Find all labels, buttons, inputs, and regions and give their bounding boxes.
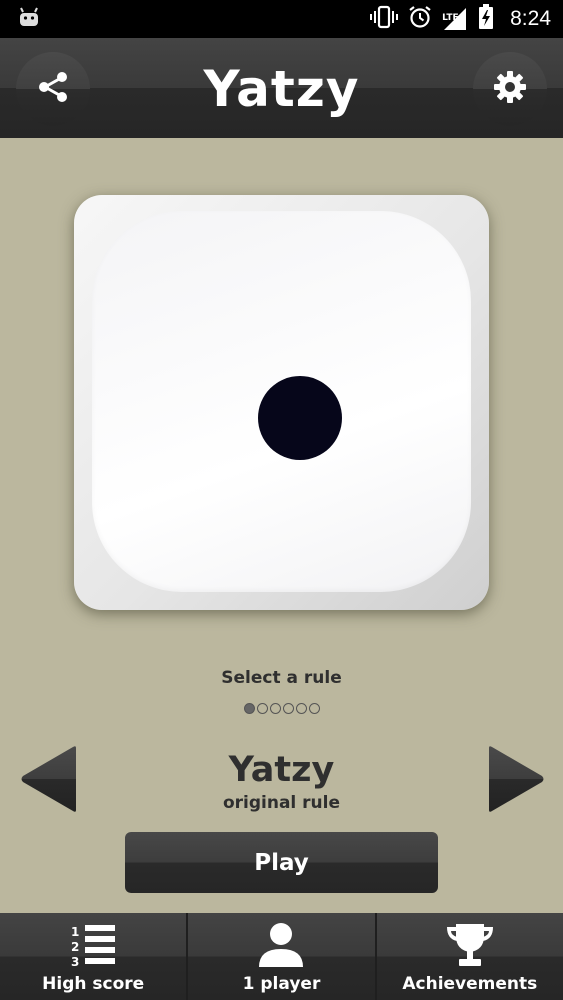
alarm-icon [408,5,432,33]
gear-icon [492,69,528,109]
app-header: Yatzy [0,38,563,138]
settings-button[interactable] [473,52,547,126]
battery-charging-icon [478,4,494,34]
signal-icon: LTE [442,7,468,31]
svg-text:2: 2 [71,940,79,954]
person-icon [258,921,304,969]
die-pip [258,376,342,460]
rule-description: original rule [222,793,341,813]
page-dot [256,703,268,714]
android-icon [18,7,40,31]
select-rule-label: Select a rule [221,668,342,688]
rule-page-indicator [0,703,563,714]
trophy-icon [444,921,496,969]
nav-players-label: 1 player [242,974,321,994]
page-dot [282,703,294,714]
next-rule-button[interactable] [487,745,545,817]
nav-achievements-label: Achievements [402,974,538,994]
page-dot [308,703,320,714]
die-preview [74,195,489,610]
bottom-nav: 1 2 3 High score 1 player Achievements [0,913,563,1000]
page-dot [295,703,307,714]
status-bar: LTE 8:24 [0,0,563,38]
vibrate-icon [370,5,399,33]
svg-text:3: 3 [71,955,79,967]
network-type-label: LTE [442,13,459,23]
die-face [92,211,471,592]
nav-players[interactable]: 1 player [188,913,377,1000]
rule-name: Yatzy [228,750,335,790]
page-dot [269,703,281,714]
play-button[interactable]: Play [125,832,438,893]
status-time: 8:24 [510,7,551,30]
nav-achievements[interactable]: Achievements [377,913,563,1000]
arrow-right-icon [487,746,545,817]
nav-high-score[interactable]: 1 2 3 High score [0,913,189,1000]
page-dot-active [243,703,255,714]
svg-text:1: 1 [71,925,79,939]
ranked-list-icon: 1 2 3 [69,921,117,969]
nav-high-score-label: High score [42,974,145,994]
